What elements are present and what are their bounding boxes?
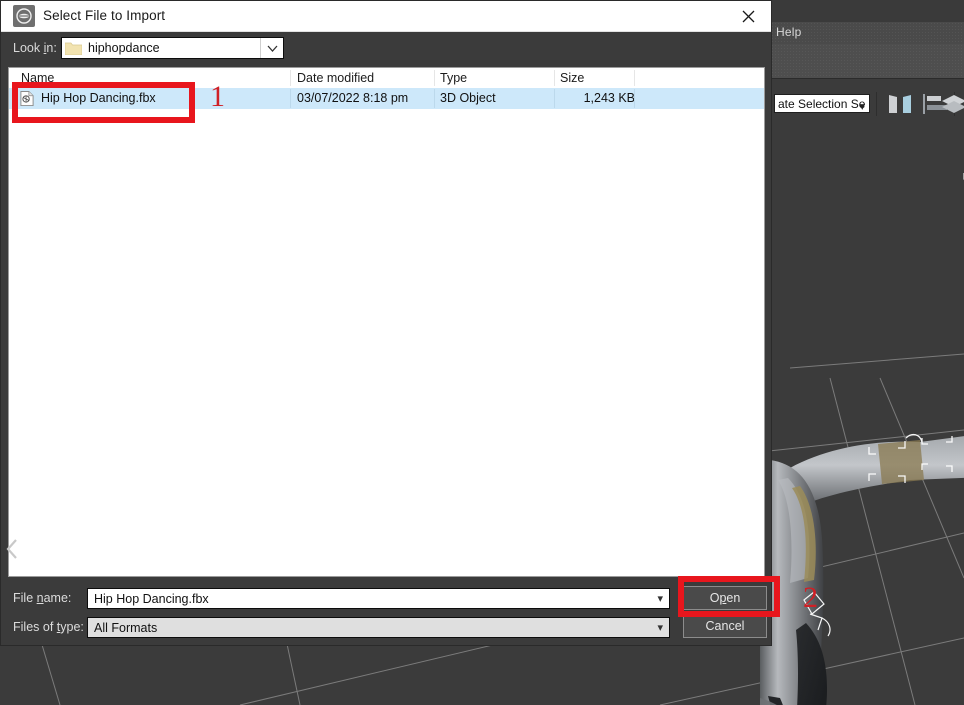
menu-item-help[interactable]: Help [776,25,801,39]
files-of-type-label: Files of type: [13,620,84,634]
annotation-box-1 [12,82,195,123]
annotation-number-2: 2 [803,581,818,614]
column-header-type[interactable]: Type [440,71,467,85]
file-name-input[interactable]: Hip Hop Dancing.fbx ▾ [87,588,670,609]
look-in-value: hiphopdance [88,41,160,55]
selection-set-combo[interactable]: ate Selection Se ▾ [774,94,870,113]
import-file-icon [13,5,35,27]
files-of-type-select[interactable]: All Formats ▾ [87,617,670,638]
file-name-value: Hip Hop Dancing.fbx [94,592,209,606]
chevron-down-icon[interactable]: ▾ [657,621,663,634]
cancel-button[interactable]: Cancel [683,614,767,638]
cell-type: 3D Object [440,91,496,105]
column-divider[interactable] [554,70,555,86]
annotation-number-1: 1 [210,80,225,113]
character-model [760,388,964,705]
dialog-title-bar: Select File to Import [1,1,771,32]
column-divider[interactable] [634,70,635,86]
look-in-combo[interactable]: hiphopdance [61,37,284,59]
row-divider [290,89,291,108]
column-divider[interactable] [290,70,291,86]
close-icon[interactable] [725,1,771,31]
folder-icon [65,42,82,55]
column-header-date-modified[interactable]: Date modified [297,71,374,85]
chevron-down-icon[interactable] [260,38,283,58]
mirror-icon[interactable] [884,91,918,117]
row-divider [554,89,555,108]
row-divider [634,89,635,108]
sort-ascending-icon: ˆ [147,67,151,77]
cell-size: 1,243 KB [583,91,635,105]
look-in-label: Look in: [13,41,57,55]
file-name-label: File name: [13,591,72,605]
chevron-down-icon: ▾ [859,101,865,113]
material-editor-icon[interactable] [940,91,964,117]
row-divider [434,89,435,108]
dialog-title: Select File to Import [43,8,166,23]
column-divider[interactable] [434,70,435,86]
selection-set-value: ate Selection Se [778,97,866,111]
viewport-gizmo [963,173,964,180]
files-of-type-value: All Formats [94,621,158,635]
file-list[interactable]: ˆ Name Date modified Type Size Hip Hop D… [8,67,765,577]
column-header-size[interactable]: Size [560,71,584,85]
annotation-box-2 [678,576,780,617]
look-in-row: Look in: hiphopdance [1,32,771,89]
toolbar-separator-1 [876,92,877,116]
cell-date-modified: 03/07/2022 8:18 pm [297,91,409,105]
chevron-down-icon[interactable]: ▾ [657,592,663,605]
chevron-left-icon[interactable] [3,531,21,567]
